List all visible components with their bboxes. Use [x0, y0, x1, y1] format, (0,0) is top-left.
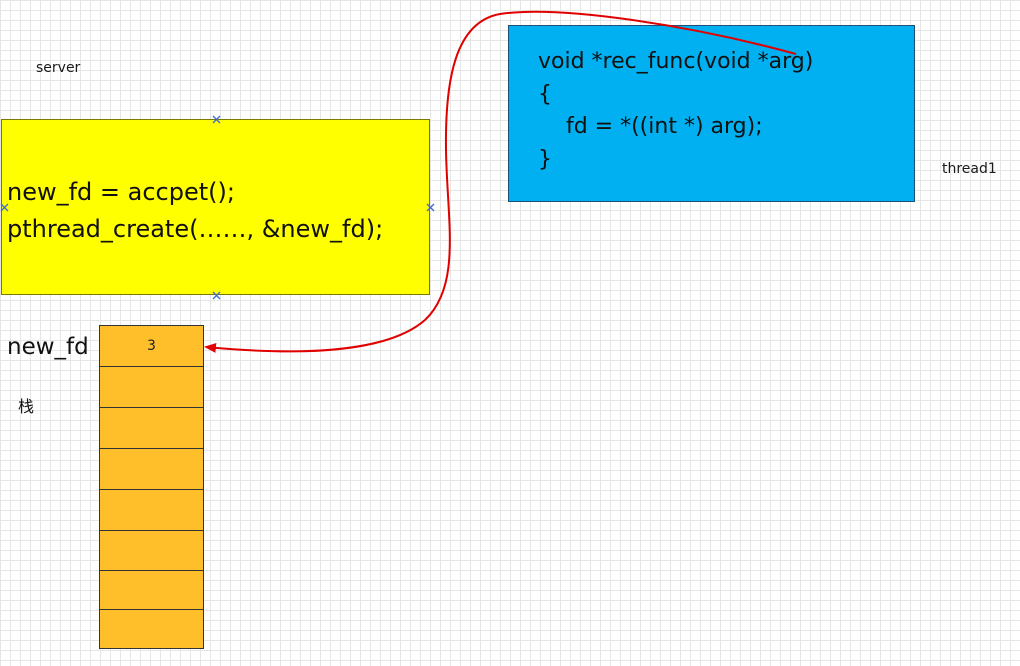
diagram-canvas: server new_fd = accpet(); pthread_create… — [0, 0, 1020, 666]
pointer-arrow[interactable] — [0, 0, 1020, 666]
